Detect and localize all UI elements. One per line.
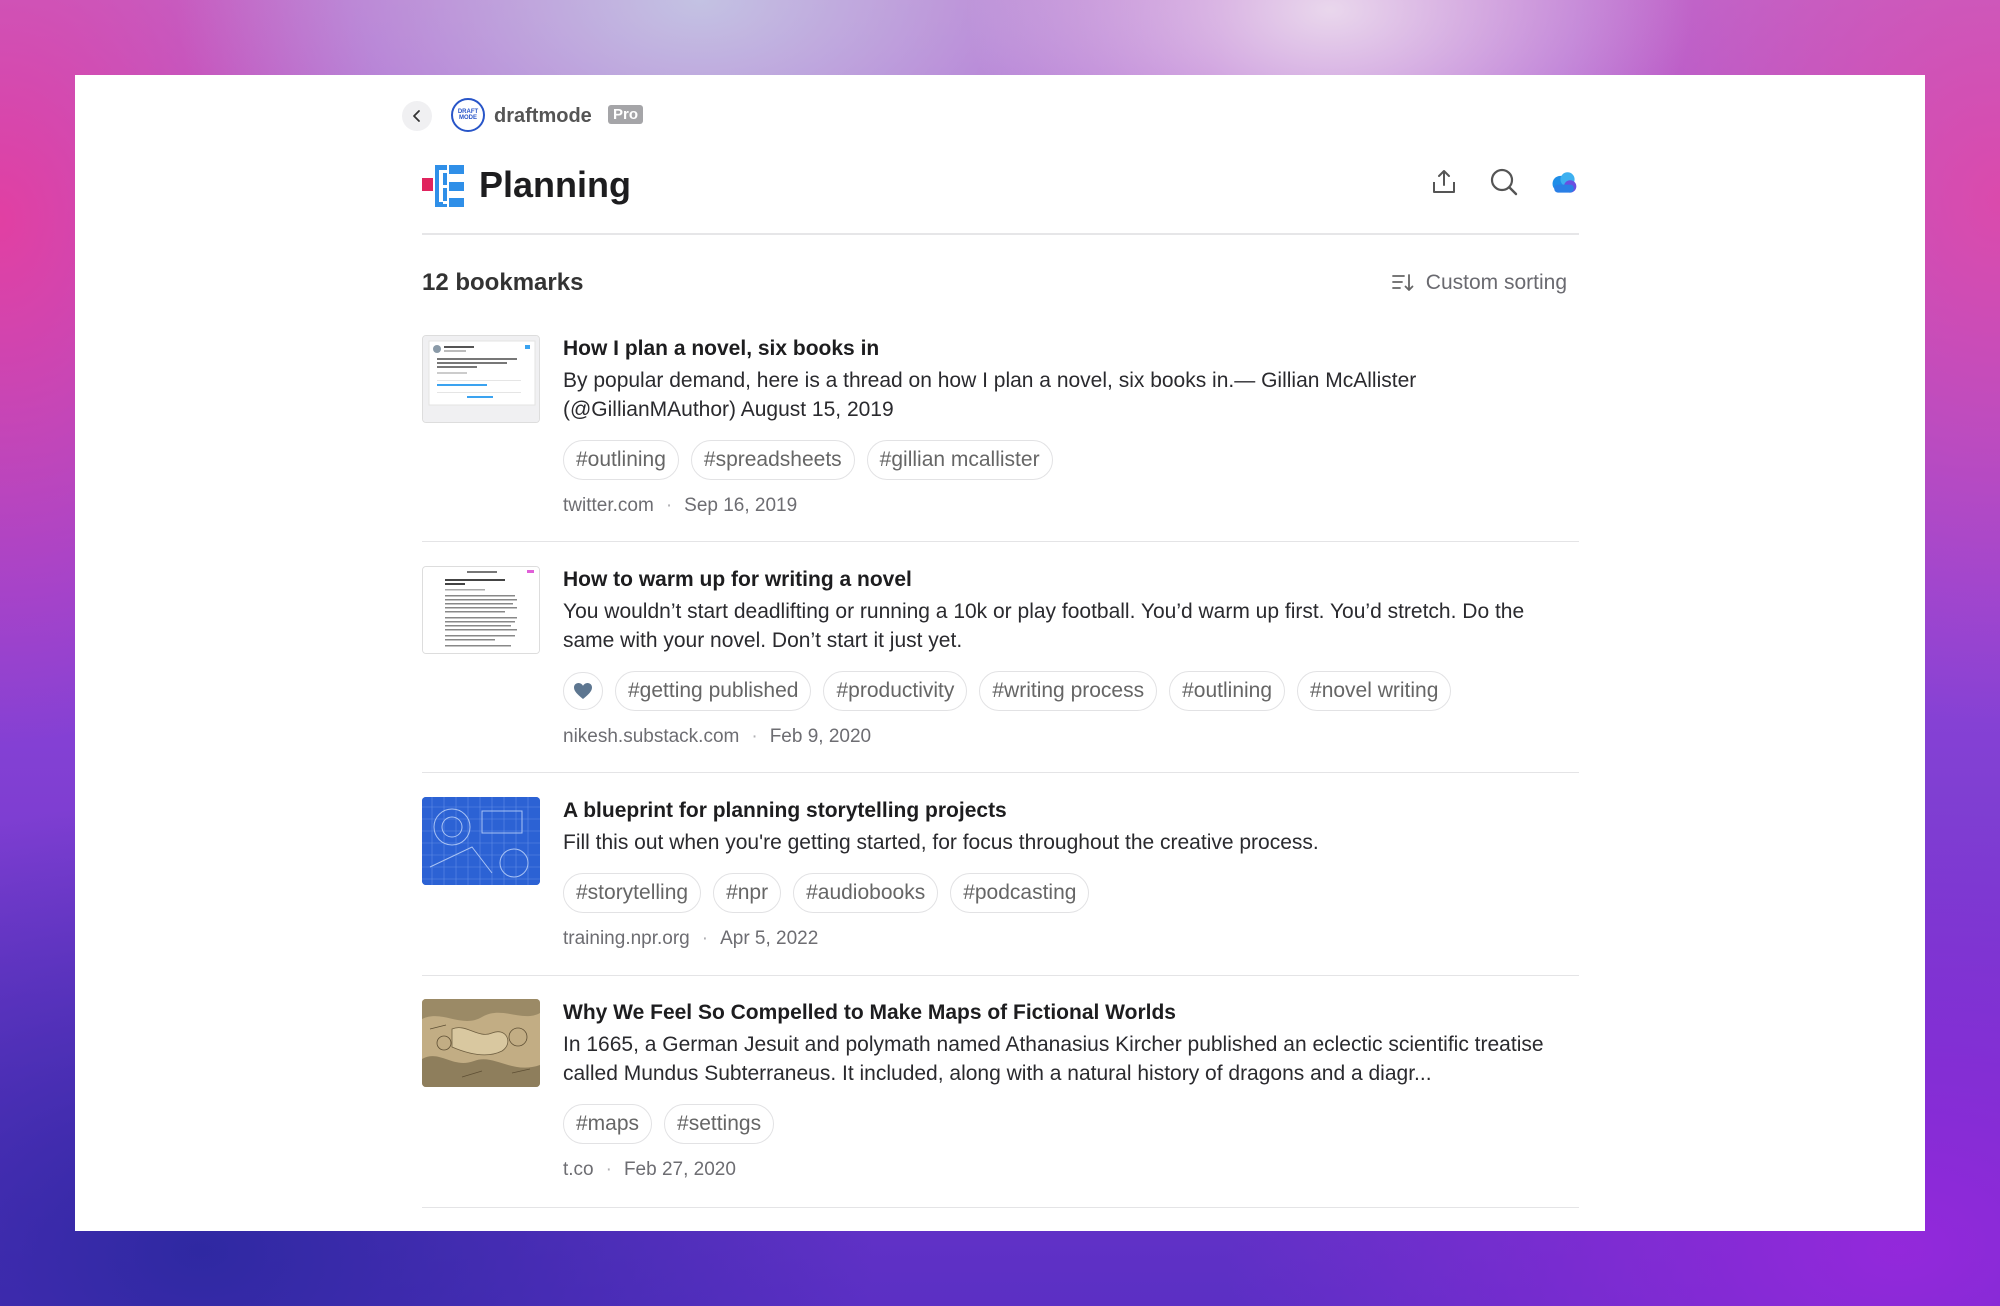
app-window: DRAFT MODE draftmode Pro Planning 12 boo…: [75, 75, 1925, 1231]
bookmark-thumbnail: [422, 797, 540, 885]
bookmark-thumbnail: [422, 566, 540, 654]
bookmark-date: Feb 27, 2020: [623, 1159, 736, 1180]
toolbar-actions: [1429, 167, 1579, 197]
sort-label: Custom sorting: [1425, 271, 1567, 294]
item-divider: [422, 1207, 1579, 1208]
bookmark-count: 12 bookmarks: [422, 269, 584, 296]
bookmark-title[interactable]: A blueprint for planning storytelling pr…: [563, 797, 1579, 825]
meta-separator: ·: [665, 495, 673, 516]
meta-separator: ·: [751, 726, 758, 747]
tag-chip[interactable]: #storytelling: [563, 873, 702, 913]
collection-outline-icon: [422, 165, 464, 207]
bookmark-body: How I plan a novel, six books in By popu…: [563, 335, 1579, 517]
bookmark-item[interactable]: A blueprint for planning storytelling pr…: [422, 797, 1579, 967]
bookmark-date: Apr 5, 2022: [720, 928, 819, 949]
bookmark-thumbnail: [422, 335, 540, 423]
list-header: 12 bookmarks Custom sorting: [422, 265, 1567, 305]
bookmark-body: A blueprint for planning storytelling pr…: [563, 797, 1579, 950]
page-title: Planning: [479, 164, 631, 205]
tag-chip[interactable]: #npr: [713, 873, 782, 913]
tag-list: #storytelling #npr #audiobooks #podcasti…: [563, 873, 1579, 913]
tag-list: #maps #settings: [563, 1104, 1579, 1144]
meta-separator: ·: [605, 1159, 612, 1180]
bookmark-item[interactable]: Why We Feel So Compelled to Make Maps of…: [422, 999, 1579, 1199]
bookmark-domain[interactable]: twitter.com: [563, 495, 654, 517]
bookmark-body: Why We Feel So Compelled to Make Maps of…: [563, 999, 1579, 1181]
header-divider: [422, 233, 1579, 235]
brand-logo-text: DRAFT MODE: [457, 109, 479, 121]
tag-list: #getting published #productivity #writin…: [563, 671, 1579, 711]
bookmark-domain[interactable]: nikesh.substack.com: [563, 726, 739, 748]
item-divider: [422, 975, 1579, 976]
item-divider: [422, 541, 1579, 542]
title-row: Planning: [422, 160, 1579, 215]
bookmark-domain[interactable]: training.npr.org: [563, 928, 690, 950]
tag-chip[interactable]: #outlining: [1169, 671, 1286, 711]
top-bar: DRAFT MODE draftmode Pro: [402, 97, 1022, 135]
brand-name[interactable]: draftmode: [494, 105, 592, 128]
bookmark-meta: nikesh.substack.com · Feb 9, 2020: [563, 726, 1579, 748]
bookmark-date: Sep 16, 2019: [684, 495, 798, 516]
tag-chip[interactable]: #podcasting: [950, 873, 1090, 913]
sort-icon: [1391, 274, 1414, 291]
item-divider: [422, 772, 1579, 773]
bookmark-title[interactable]: How to warm up for writing a novel: [563, 566, 1579, 594]
bookmark-description: You wouldn’t start deadlifting or runnin…: [563, 600, 1525, 652]
tag-chip[interactable]: #writing process: [979, 671, 1158, 711]
chevron-left-icon: [413, 110, 420, 122]
bookmark-domain[interactable]: t.co: [563, 1159, 594, 1181]
bookmark-item[interactable]: How I plan a novel, six books in By popu…: [422, 335, 1579, 525]
tag-chip[interactable]: #getting published: [615, 671, 812, 711]
search-icon[interactable]: [1489, 167, 1519, 197]
bookmark-item[interactable]: How to warm up for writing a novel You w…: [422, 566, 1579, 756]
bookmark-title[interactable]: How I plan a novel, six books in: [563, 335, 1579, 363]
bookmark-meta: training.npr.org · Apr 5, 2022: [563, 928, 1579, 950]
heart-icon: [574, 683, 592, 699]
bookmark-description: By popular demand, here is a thread on h…: [563, 369, 1417, 421]
bookmark-date: Feb 9, 2020: [769, 726, 872, 747]
favorite-toggle[interactable]: [563, 672, 603, 710]
tag-chip[interactable]: #spreadsheets: [690, 440, 855, 480]
back-button[interactable]: [402, 101, 432, 131]
tag-chip[interactable]: #gillian mcallister: [866, 440, 1053, 480]
bookmark-title[interactable]: Why We Feel So Compelled to Make Maps of…: [563, 999, 1579, 1027]
sort-button[interactable]: Custom sorting: [1391, 271, 1567, 295]
meta-separator: ·: [701, 928, 709, 949]
tag-chip[interactable]: #settings: [664, 1104, 775, 1144]
brand-logo: DRAFT MODE: [451, 98, 485, 132]
tag-chip[interactable]: #novel writing: [1297, 671, 1452, 711]
tag-chip[interactable]: #outlining: [563, 440, 679, 480]
tag-chip[interactable]: #maps: [563, 1104, 653, 1144]
bookmark-thumbnail: [422, 999, 540, 1087]
bookmark-meta: twitter.com · Sep 16, 2019: [563, 495, 1579, 517]
bookmark-description: In 1665, a German Jesuit and polymath na…: [563, 1033, 1544, 1085]
bookmark-meta: t.co · Feb 27, 2020: [563, 1159, 1579, 1181]
share-icon[interactable]: [1429, 167, 1459, 197]
cloud-icon[interactable]: [1549, 167, 1579, 197]
tag-chip[interactable]: #productivity: [823, 671, 968, 711]
bookmark-description: Fill this out when you're getting starte…: [563, 831, 1319, 854]
pro-badge: Pro: [608, 105, 644, 124]
tag-chip[interactable]: #audiobooks: [793, 873, 939, 913]
bookmark-body: How to warm up for writing a novel You w…: [563, 566, 1579, 748]
tag-list: #outlining #spreadsheets #gillian mcalli…: [563, 440, 1579, 480]
